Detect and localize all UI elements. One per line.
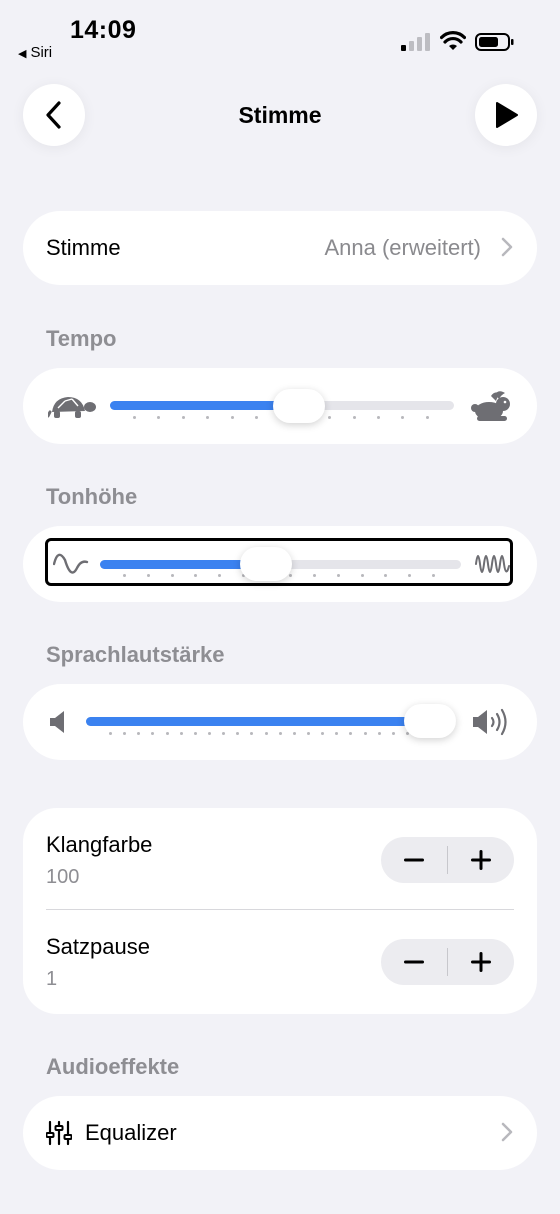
voice-row[interactable]: Stimme Anna (erweitert) (23, 211, 537, 285)
tick-dot (255, 416, 259, 419)
tick-dot (137, 732, 141, 735)
tick-dot (165, 732, 169, 735)
minus-icon (404, 960, 424, 964)
timbre-increase-button[interactable] (448, 837, 514, 883)
audio-effects-section-label: Audioeffekte (46, 1054, 180, 1079)
play-icon (496, 102, 518, 128)
rabbit-icon (471, 391, 510, 421)
row-separator (46, 909, 514, 910)
volume-tick-marks (109, 732, 409, 736)
tick-dot (193, 732, 197, 735)
volume-slider-thumb[interactable] (404, 704, 457, 738)
tick-dot (123, 574, 126, 577)
tick-dot (157, 416, 161, 419)
tick-dot (335, 732, 339, 735)
cellular-signal-icon (401, 33, 430, 51)
timbre-decrease-button[interactable] (381, 837, 447, 883)
volume-section-label: Sprachlautstärke (46, 642, 225, 667)
back-triangle-icon: ◀ (18, 48, 27, 60)
tick-dot (384, 574, 388, 577)
tick-dot (352, 416, 356, 419)
tick-dot (391, 732, 395, 735)
tick-dot (278, 732, 282, 735)
low-wave-icon (53, 553, 89, 574)
tick-dot (264, 732, 268, 735)
chevron-right-icon (501, 237, 513, 257)
pitch-slider-thumb[interactable] (240, 547, 293, 581)
tick-dot (230, 416, 234, 419)
tick-dot (306, 732, 310, 735)
speaker-low-icon (50, 711, 64, 733)
tick-dot (377, 416, 381, 419)
tick-dot (377, 732, 381, 735)
tick-dot (218, 574, 222, 577)
tick-dot (425, 416, 429, 419)
tick-dot (401, 416, 405, 419)
tick-dot (133, 416, 136, 419)
stepper-card: Klangfarbe 100 Satzpause 1 (23, 808, 537, 1014)
tick-dot (146, 574, 150, 577)
high-wave-icon (475, 555, 510, 573)
timbre-label: Klangfarbe (46, 832, 153, 857)
tick-dot (179, 732, 183, 735)
plus-icon (471, 850, 491, 870)
tick-dot (181, 416, 185, 419)
tick-dot (109, 732, 112, 735)
tempo-slider-thumb[interactable] (273, 389, 326, 423)
tick-dot (170, 574, 174, 577)
minus-icon (404, 858, 424, 862)
status-time: 14:09 (70, 16, 137, 44)
volume-slider-track[interactable] (86, 717, 456, 726)
tick-dot (292, 732, 296, 735)
tick-dot (236, 732, 240, 735)
voice-label: Stimme (46, 235, 121, 260)
equalizer-sliders-icon (46, 1120, 72, 1146)
volume-slider-fill (86, 717, 431, 726)
tick-dot (207, 732, 211, 735)
tick-dot (151, 732, 155, 735)
sentence-pause-value: 1 (46, 968, 58, 990)
sentence-pause-label: Satzpause (46, 934, 150, 959)
pitch-section-label: Tonhöhe (46, 484, 138, 509)
tick-dot (123, 732, 127, 735)
turtle-icon (48, 397, 96, 418)
tick-dot (194, 574, 198, 577)
tick-dot (313, 574, 317, 577)
tick-dot (328, 416, 332, 419)
pitch-slider-card (23, 526, 537, 602)
tick-dot (336, 574, 340, 577)
chevron-right-icon (501, 1122, 513, 1142)
back-to-app-link[interactable]: ◀ Siri (18, 44, 52, 61)
tick-dot (250, 732, 254, 735)
sentence-pause-increase-button[interactable] (448, 939, 514, 985)
voice-value: Anna (erweitert) (324, 235, 481, 260)
tick-dot (363, 732, 367, 735)
tick-dot (349, 732, 353, 735)
tempo-slider-card (23, 368, 537, 444)
back-app-label: Siri (30, 44, 53, 61)
tick-dot (206, 416, 210, 419)
timbre-value: 100 (46, 866, 80, 888)
tick-dot (360, 574, 364, 577)
tick-dot (222, 732, 226, 735)
status-bar: 14:09 ◀ Siri (0, 0, 560, 70)
sentence-pause-decrease-button[interactable] (381, 939, 447, 985)
plus-icon (471, 952, 491, 972)
battery-icon (475, 33, 514, 51)
tick-dot (431, 574, 435, 577)
volume-slider-card (23, 684, 537, 760)
speaker-high-icon (473, 708, 507, 736)
tick-dot (408, 574, 412, 577)
equalizer-row[interactable]: Equalizer (23, 1096, 537, 1170)
wifi-icon (440, 31, 466, 50)
equalizer-label: Equalizer (85, 1120, 177, 1145)
tempo-slider-fill (110, 401, 300, 410)
timbre-stepper (381, 837, 514, 883)
play-button[interactable] (475, 84, 537, 146)
sentence-pause-stepper (381, 939, 514, 985)
tick-dot (321, 732, 325, 735)
tick-dot (289, 574, 293, 577)
tempo-section-label: Tempo (46, 326, 117, 351)
